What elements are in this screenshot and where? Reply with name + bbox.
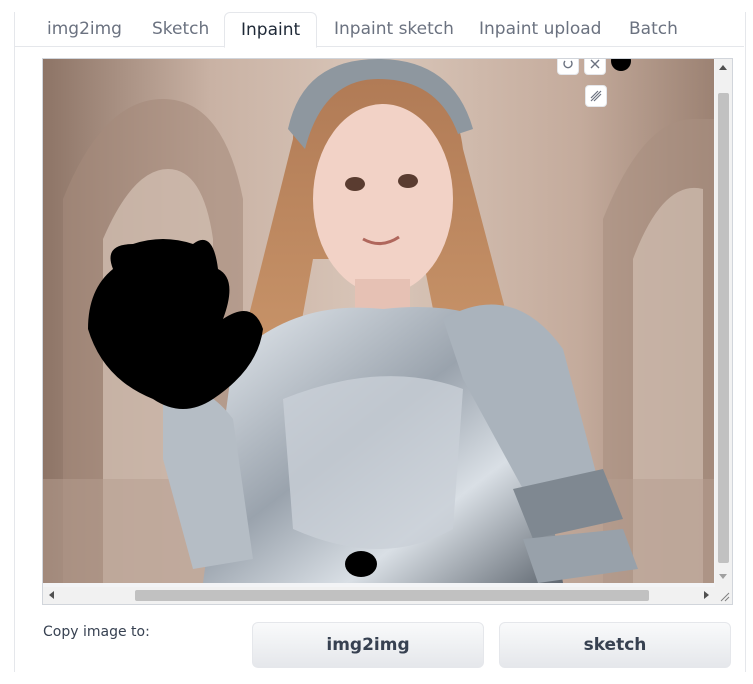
scroll-up-icon[interactable] bbox=[719, 65, 727, 70]
mode-tabs: img2img Sketch Inpaint Inpaint sketch In… bbox=[14, 12, 744, 48]
tab-batch[interactable]: Batch bbox=[629, 12, 678, 46]
tab-inpaint-sketch[interactable]: Inpaint sketch bbox=[334, 12, 454, 46]
undo-icon[interactable] bbox=[557, 59, 579, 75]
tab-inpaint-upload[interactable]: Inpaint upload bbox=[479, 12, 601, 46]
resize-handle-icon[interactable] bbox=[715, 587, 732, 604]
horizontal-scroll-thumb[interactable] bbox=[135, 590, 649, 601]
vertical-scrollbar[interactable] bbox=[715, 59, 732, 587]
horizontal-scrollbar[interactable] bbox=[43, 587, 715, 604]
source-image[interactable] bbox=[43, 59, 714, 583]
tab-inpaint[interactable]: Inpaint bbox=[224, 12, 318, 48]
scroll-right-icon[interactable] bbox=[704, 591, 709, 599]
tab-img2img[interactable]: img2img bbox=[47, 12, 122, 46]
copy-to-img2img-button[interactable]: img2img bbox=[252, 622, 484, 668]
brush-size-icon[interactable] bbox=[585, 85, 607, 107]
scroll-down-icon[interactable] bbox=[719, 574, 727, 579]
clear-icon[interactable] bbox=[584, 59, 606, 75]
copy-image-label: Copy image to: bbox=[43, 624, 150, 640]
scroll-left-icon[interactable] bbox=[49, 591, 54, 599]
vertical-scroll-thumb[interactable] bbox=[718, 93, 729, 563]
copy-to-sketch-button[interactable]: sketch bbox=[499, 622, 731, 668]
inpaint-canvas[interactable] bbox=[42, 58, 733, 605]
tab-sketch[interactable]: Sketch bbox=[152, 12, 209, 46]
